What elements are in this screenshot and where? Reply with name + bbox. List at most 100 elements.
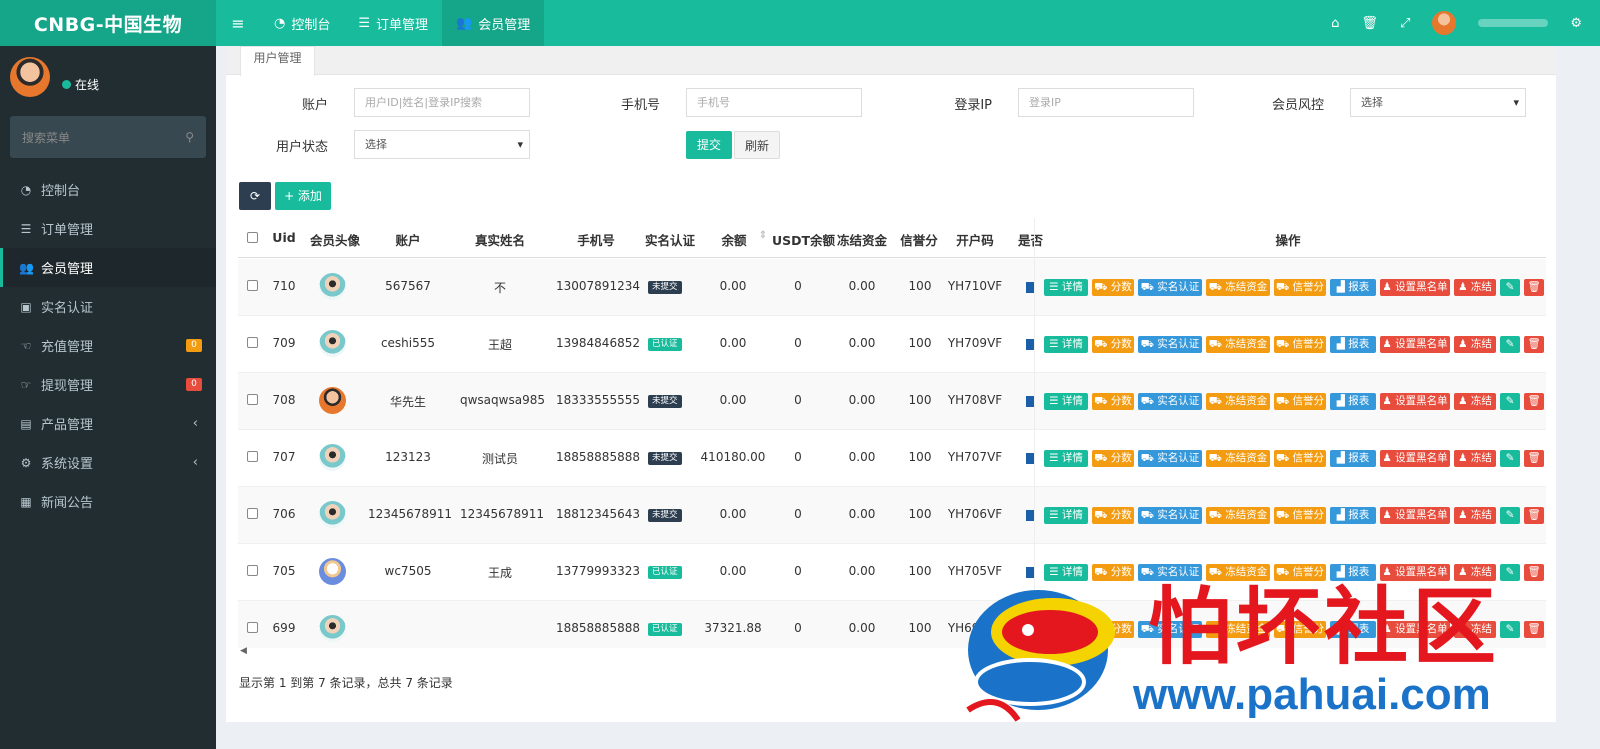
topnav-dashboard[interactable]: ◔ 控制台 [260, 0, 344, 46]
menu-search-input[interactable]: 搜索菜单 ⚲ [10, 116, 206, 158]
verify-status-badge: 未提交 [648, 452, 682, 465]
cell-credit: 100 [908, 336, 932, 350]
account-label: 账户 [301, 98, 328, 113]
verify-status-badge: 已认证 [648, 338, 682, 351]
sidebar-item-orders[interactable]: ☰ 订单管理 [0, 209, 216, 248]
topnav-label: 控制台 [291, 17, 331, 33]
cell-usdt: 0 [794, 507, 802, 521]
cell-balance: 410180.00 [700, 450, 766, 464]
sidebar-item-members[interactable]: 👥 会员管理 [0, 248, 216, 287]
sidebar-item-settings[interactable]: ⚙ 系统设置 ‹ [0, 443, 216, 482]
cell-usdt: 0 [794, 621, 802, 635]
gears-icon: ⚙ [20, 455, 32, 470]
risk-select[interactable]: 选择 [1350, 88, 1526, 117]
refresh-button[interactable]: 刷新 [734, 131, 780, 159]
col-usdt: USDT余额 [772, 233, 836, 248]
verify-status-badge: 已认证 [648, 623, 682, 636]
avatar [319, 501, 346, 528]
user-panel: 在线 [0, 46, 216, 108]
sidebar-item-label: 充值管理 [41, 340, 94, 355]
cell-realname: 测试员 [481, 452, 518, 466]
submit-button[interactable]: 提交 [686, 131, 732, 159]
col-uid[interactable]: Uid [270, 230, 298, 245]
sort-icon[interactable]: ⇕ [758, 230, 768, 241]
sidebar-item-label: 提现管理 [41, 379, 94, 394]
search-icon[interactable]: ⚲ [185, 130, 194, 144]
status-toggle[interactable] [1026, 567, 1034, 578]
sidebar-item-products[interactable]: ▤ 产品管理 ‹ [0, 404, 216, 443]
sidebar-item-news[interactable]: ▦ 新闻公告 [0, 482, 216, 521]
col-avatar: 会员头像 [309, 233, 360, 248]
sidebar-item-label: 会员管理 [41, 262, 94, 277]
select-all-checkbox[interactable] [247, 232, 258, 243]
row-checkbox[interactable] [247, 622, 258, 633]
cell-account: 华先生 [389, 395, 426, 409]
risk-select-value: 选择 [1361, 96, 1383, 109]
avatar[interactable] [1432, 11, 1457, 35]
idcard-icon: ▣ [20, 299, 32, 314]
phone-input[interactable]: 手机号 [686, 88, 862, 117]
cell-frozen: 0.00 [848, 336, 876, 350]
cell-balance: 37321.88 [704, 621, 762, 635]
status-toggle[interactable] [1026, 396, 1034, 407]
verify-status-badge: 未提交 [648, 395, 682, 408]
row-checkbox[interactable] [247, 508, 258, 519]
scroll-left-icon[interactable]: ◀ [240, 646, 247, 656]
app-logo[interactable]: CNBG-中国生物 [0, 0, 216, 46]
cell-frozen: 0.00 [848, 450, 876, 464]
topnav-orders[interactable]: ☰ 订单管理 [344, 0, 442, 46]
trash-icon[interactable]: 🗑 [1361, 16, 1378, 31]
username-blurred[interactable] [1478, 19, 1549, 27]
topnav-members[interactable]: 👥 会员管理 [442, 0, 545, 46]
newspaper-icon: ▦ [20, 494, 32, 509]
col-balance[interactable]: 余额 [714, 230, 754, 249]
sidebar-item-withdraw[interactable]: ☞ 提现管理 0 [0, 365, 216, 404]
status-select[interactable]: 选择 [354, 130, 530, 159]
pagination-summary: 显示第 1 到第 7 条记录，总共 7 条记录 [239, 676, 453, 690]
dashboard-icon: ◔ [274, 15, 286, 31]
cell-realname: 王超 [487, 338, 512, 352]
row-checkbox[interactable] [247, 394, 258, 405]
cell-phone: 13984846852 [556, 336, 640, 350]
fullscreen-icon[interactable]: ⤢ [1400, 16, 1410, 31]
chevron-left-icon: ‹ [192, 416, 198, 431]
cell-realname: 12345678911 [460, 507, 544, 521]
row-checkbox[interactable] [247, 337, 258, 348]
verify-status-badge: 未提交 [648, 281, 682, 294]
status-toggle[interactable] [1026, 624, 1034, 635]
ip-input[interactable]: 登录IP [1018, 88, 1194, 117]
cell-credit: 100 [908, 621, 932, 635]
cell-frozen: 0.00 [848, 393, 876, 407]
cell-usdt: 0 [794, 279, 802, 293]
cell-frozen: 0.00 [848, 564, 876, 578]
col-extra: 是否 [1018, 233, 1044, 248]
add-button[interactable]: + 添加 [275, 182, 331, 210]
status-toggle[interactable] [1026, 339, 1034, 350]
cell-realname: 王成 [487, 566, 512, 580]
tab-user-management[interactable]: 用户管理 [240, 46, 315, 76]
cell-code: YH708VF [947, 393, 1003, 407]
sidebar-toggle-icon[interactable]: ≡ [216, 14, 260, 33]
status-toggle[interactable] [1026, 453, 1034, 464]
sidebar-item-verification[interactable]: ▣ 实名认证 [0, 287, 216, 326]
status-toggle[interactable] [1026, 510, 1034, 521]
home-icon[interactable]: ⌂ [1331, 16, 1339, 31]
cell-code: YH699VF [947, 621, 1003, 635]
row-checkbox[interactable] [247, 451, 258, 462]
top-navbar: CNBG-中国生物 ≡ ◔ 控制台 ☰ 订单管理 👥 会员管理 ⌂ 🗑 ⤢ ⚙ [0, 0, 1600, 46]
account-search-input[interactable]: 用户ID|姓名|登录IP搜索 [354, 88, 530, 117]
table-refresh-button[interactable]: ⟳ [239, 182, 271, 210]
cell-realname: qwsaqwsa985 [460, 393, 545, 407]
list-icon: ☰ [20, 221, 32, 236]
cell-uid: 699 [272, 621, 296, 635]
users-icon: 👥 [19, 260, 34, 275]
members-table: Uid 会员头像 账户 真实姓名 手机号 实名认证 余额 ⇕ USDT余额 冻结… [238, 218, 1546, 648]
sidebar-item-recharge[interactable]: ☜ 充值管理 0 [0, 326, 216, 365]
gears-icon[interactable]: ⚙ [1570, 16, 1582, 31]
avatar [319, 558, 346, 585]
row-checkbox[interactable] [247, 280, 258, 291]
sidebar-item-dashboard[interactable]: ◔ 控制台 [0, 170, 216, 209]
row-checkbox[interactable] [247, 565, 258, 576]
cell-credit: 100 [908, 564, 932, 578]
status-toggle[interactable] [1026, 282, 1034, 293]
